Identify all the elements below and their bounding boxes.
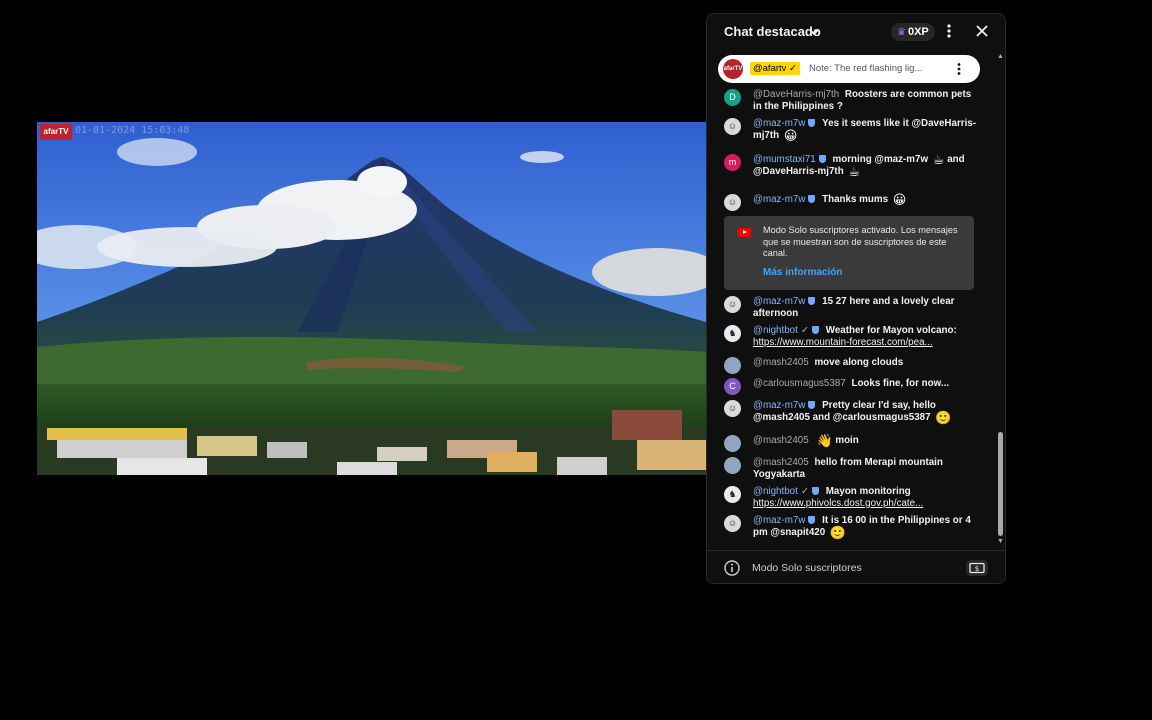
message-author[interactable]: @mash2405 bbox=[753, 435, 809, 446]
message-text: move along clouds bbox=[814, 357, 904, 368]
notice-text: Modo Solo suscriptores activado. Los men… bbox=[763, 225, 958, 258]
message-author[interactable]: @maz-m7w bbox=[753, 400, 805, 411]
scroll-down-arrow-icon[interactable]: ▼ bbox=[997, 538, 1004, 545]
verified-icon bbox=[812, 326, 820, 334]
avatar: ♞ bbox=[724, 486, 741, 503]
scroll-up-arrow-icon[interactable]: ▲ bbox=[997, 53, 1004, 60]
message-author[interactable]: @mash2405 bbox=[753, 457, 809, 468]
pinned-author: @afartv ✓ bbox=[750, 62, 801, 75]
avatar: ☺ bbox=[724, 515, 741, 532]
checkmark-icon: ✓ bbox=[800, 486, 810, 497]
live-chat-panel: Chat destacado ♛ 0XP afarTV @afartv ✓ Not… bbox=[706, 13, 1006, 584]
message-author[interactable]: @mash2405 bbox=[753, 357, 809, 368]
chevron-down-icon[interactable] bbox=[808, 26, 820, 38]
xp-value: 0XP bbox=[907, 26, 929, 38]
message-author[interactable]: @DaveHarris-mj7th bbox=[753, 89, 839, 100]
message-author[interactable]: @maz-m7w bbox=[753, 118, 805, 129]
youtube-icon bbox=[738, 228, 751, 237]
close-icon[interactable] bbox=[975, 24, 989, 38]
message-text: moin bbox=[835, 435, 859, 446]
more-options-icon[interactable] bbox=[945, 23, 953, 39]
video-timestamp: 01-01-2024 15:03:48 bbox=[75, 125, 190, 136]
avatar: ☺ bbox=[724, 296, 741, 313]
super-chat-button[interactable]: $ bbox=[966, 560, 988, 576]
verified-icon bbox=[818, 155, 826, 163]
channel-watermark-logo: afarTV bbox=[40, 124, 72, 140]
info-icon[interactable] bbox=[724, 560, 740, 576]
more-info-link[interactable]: Más información bbox=[763, 267, 842, 278]
message-author[interactable]: @maz-m7w bbox=[753, 296, 805, 307]
message-author[interactable]: @maz-m7w bbox=[753, 194, 805, 205]
message-author[interactable]: @carlousmagus5387 bbox=[753, 378, 846, 389]
scrollbar-thumb[interactable] bbox=[998, 432, 1003, 536]
message-text: Weather for Mayon volcano: bbox=[825, 325, 957, 336]
verified-icon bbox=[808, 297, 816, 305]
video-player[interactable]: afarTV 01-01-2024 15:03:48 bbox=[37, 122, 706, 475]
verified-icon bbox=[808, 119, 816, 127]
message-author[interactable]: @nightbot bbox=[753, 486, 798, 497]
subscribers-only-label: Modo Solo suscriptores bbox=[752, 562, 862, 574]
avatar: ☺ bbox=[724, 118, 741, 135]
coffee-emoji-icon: ☕ bbox=[848, 163, 861, 179]
pinned-text: Note: The red flashing lig... bbox=[809, 63, 923, 74]
chat-mode-dropdown[interactable]: Chat destacado bbox=[724, 24, 821, 39]
message-link[interactable]: https://www.mountain-forecast.com/pea... bbox=[753, 337, 933, 348]
crown-icon: ♛ bbox=[897, 27, 906, 38]
chat-footer: Modo Solo suscriptores $ bbox=[707, 550, 1005, 583]
chat-header: Chat destacado ♛ 0XP bbox=[707, 14, 1005, 50]
money-icon: $ bbox=[969, 562, 985, 574]
svg-text:$: $ bbox=[975, 565, 979, 573]
verified-icon bbox=[808, 401, 816, 409]
message-author[interactable]: @maz-m7w bbox=[753, 515, 805, 526]
coffee-emoji-icon: ☕ bbox=[932, 152, 945, 167]
message-author[interactable]: @nightbot bbox=[753, 325, 798, 336]
grin-emoji-icon: 😀 bbox=[892, 192, 907, 207]
avatar: ☺ bbox=[724, 194, 741, 211]
wave-emoji-icon: 👋 bbox=[816, 433, 833, 448]
avatar: m bbox=[724, 154, 741, 171]
verified-icon bbox=[812, 487, 820, 495]
grin-emoji-icon: 😀 bbox=[783, 127, 798, 143]
avatar bbox=[724, 435, 741, 452]
avatar: D bbox=[724, 89, 741, 106]
avatar: C bbox=[724, 378, 741, 395]
smile-emoji-icon: 🙂 bbox=[829, 524, 847, 540]
avatar: ♞ bbox=[724, 325, 741, 342]
smile-emoji-icon: 🙂 bbox=[935, 409, 952, 425]
message-text: Thanks mums bbox=[822, 194, 889, 205]
video-frame bbox=[37, 122, 706, 475]
checkmark-icon: ✓ bbox=[800, 325, 810, 336]
more-options-icon[interactable] bbox=[956, 62, 962, 76]
verified-icon bbox=[808, 195, 816, 203]
message-author[interactable]: @mumstaxi71 bbox=[753, 154, 816, 165]
verified-icon bbox=[808, 516, 816, 524]
avatar bbox=[724, 457, 741, 474]
message-text: morning @maz-m7w bbox=[832, 154, 929, 165]
avatar: ☺ bbox=[724, 400, 741, 417]
subscribers-only-notice: Modo Solo suscriptores activado. Los men… bbox=[724, 216, 974, 290]
message-text: Mayon monitoring bbox=[825, 486, 911, 497]
pinned-message[interactable]: afarTV @afartv ✓ Note: The red flashing … bbox=[718, 55, 980, 83]
avatar: afarTV bbox=[723, 59, 743, 79]
message-link[interactable]: https://www.phivolcs.dost.gov.ph/cate... bbox=[753, 498, 923, 509]
avatar bbox=[724, 357, 741, 374]
message-text: Looks fine, for now... bbox=[851, 378, 950, 389]
xp-badge[interactable]: ♛ 0XP bbox=[891, 23, 935, 41]
